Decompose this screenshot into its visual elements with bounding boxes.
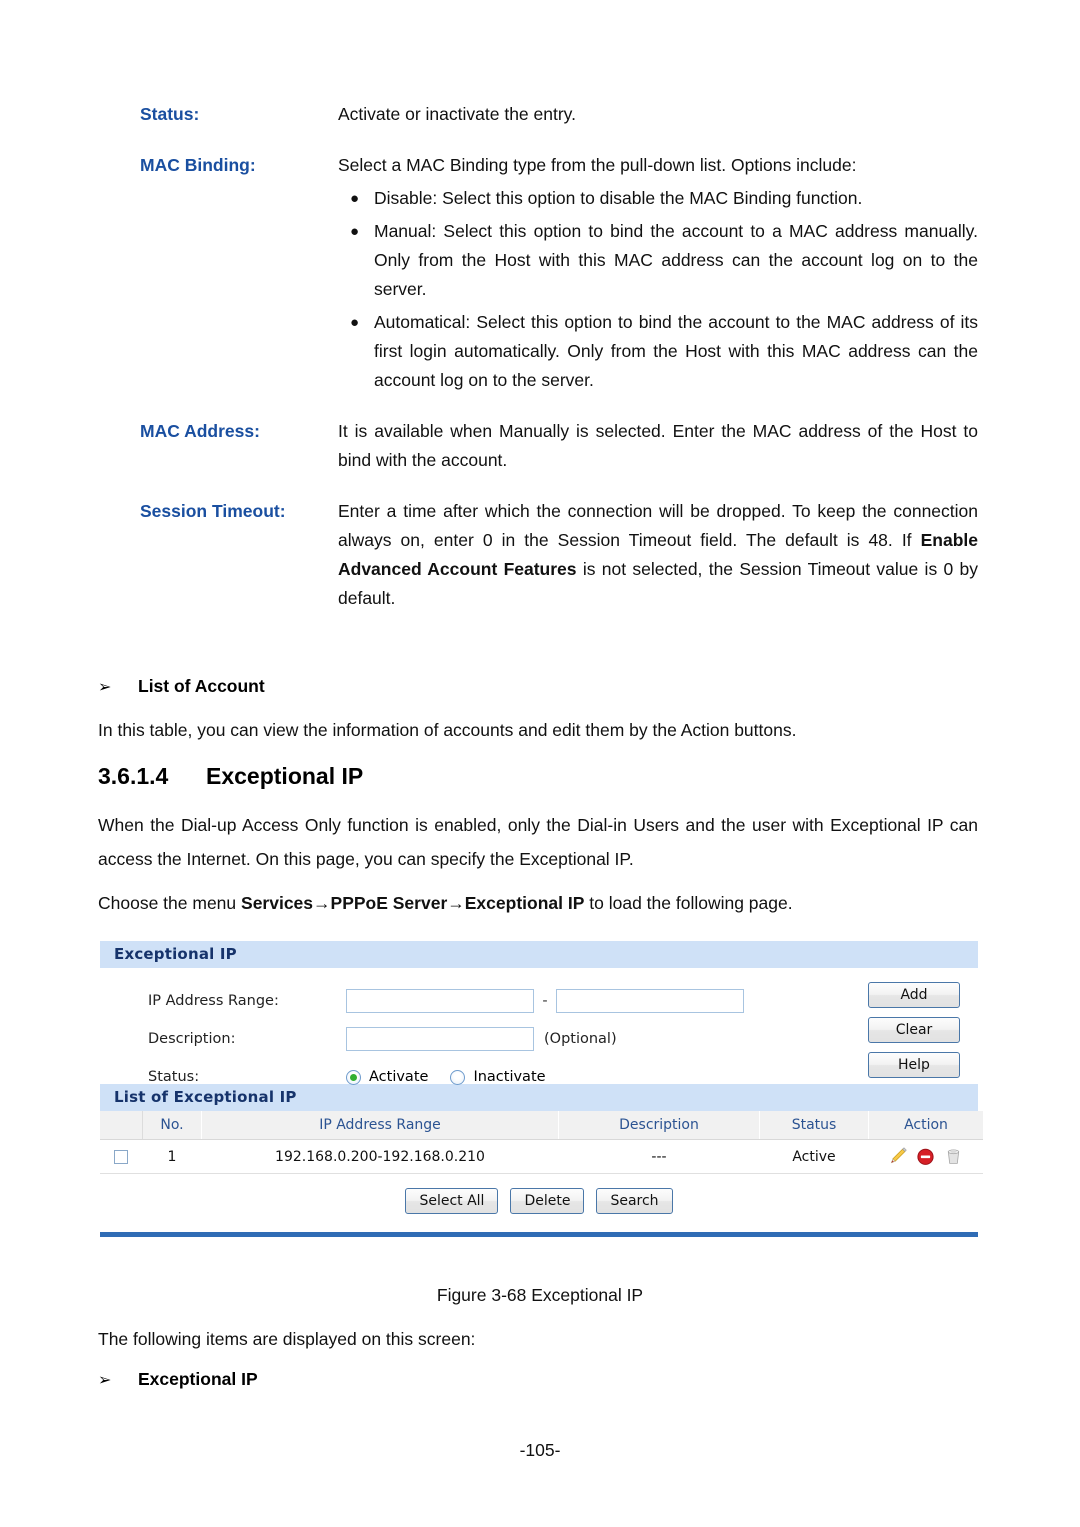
table-action-buttons: Select All Delete Search — [100, 1174, 978, 1232]
heading-list-of-account-label: List of Account — [138, 676, 265, 696]
clear-button[interactable]: Clear — [868, 1017, 960, 1043]
description-label: Description: — [148, 1031, 236, 1047]
page-title: 3.6.1.4 Exceptional IP — [98, 761, 363, 791]
description-row: Description: (Optional) — [100, 1020, 978, 1058]
radio-activate-label: Activate — [369, 1069, 429, 1085]
row-actions — [869, 1147, 984, 1166]
description-optional-hint: (Optional) — [544, 1031, 617, 1047]
paragraph-list-of-account: In this table, you can view the informat… — [98, 720, 797, 740]
definition-term-status: Status: — [140, 104, 200, 124]
definition-body-mac-address: It is available when Manually is selecte… — [338, 417, 978, 475]
search-button[interactable]: Search — [596, 1188, 673, 1214]
mac-binding-options: ● Disable: Select this option to disable … — [338, 184, 978, 395]
definition-text-status: Activate or inactivate the entry. — [338, 104, 576, 124]
definition-mac-address: MAC Address: It is available when Manual… — [98, 417, 978, 475]
section-title: Exceptional IP — [206, 763, 364, 789]
definition-term-mac-address: MAC Address: — [140, 421, 260, 441]
column-header-description: Description — [558, 1111, 760, 1140]
section-number: 3.6.1.4 — [98, 763, 169, 789]
exceptional-ip-form: IP Address Range: - Description: (Option… — [100, 968, 978, 1085]
definition-mac-binding: MAC Binding: Select a MAC Binding type f… — [98, 151, 978, 395]
column-header-ip-range: IP Address Range — [201, 1111, 559, 1140]
list-item: ● Manual: Select this option to bind the … — [338, 217, 978, 304]
definition-term-mac-binding: MAC Binding: — [140, 155, 256, 175]
table-row: 1 192.168.0.200-192.168.0.210 --- Active — [100, 1139, 984, 1174]
bullet-text: Automatical: Select this option to bind … — [374, 312, 978, 390]
column-header-no: No. — [142, 1111, 202, 1140]
bullet-text: Disable: Select this option to disable t… — [374, 188, 863, 208]
definition-body-session-timeout: Enter a time after which the connection … — [338, 497, 978, 613]
menu-suffix: to load the following page. — [584, 893, 793, 913]
menu-prefix: Choose the menu — [98, 893, 242, 913]
column-header-status: Status — [759, 1111, 869, 1140]
row-status: Active — [759, 1139, 869, 1174]
exceptional-ip-table: No. IP Address Range Description Status … — [100, 1111, 983, 1174]
panel-header: Exceptional IP — [100, 941, 978, 968]
definition-text-mac-address: It is available when Manually is selecte… — [338, 421, 978, 470]
paragraph-intro: When the Dial-up Access Only function is… — [98, 815, 978, 869]
definition-body-mac-binding: Select a MAC Binding type from the pull-… — [338, 151, 978, 395]
column-header-checkbox — [100, 1111, 143, 1140]
paragraph-following-items: The following items are displayed on thi… — [98, 1329, 476, 1349]
ip-range-end-input[interactable] — [556, 989, 744, 1013]
ip-range-start-input[interactable] — [346, 989, 534, 1013]
ip-range-label: IP Address Range: — [148, 993, 279, 1009]
page-number: -105- — [519, 1440, 561, 1460]
arrow-icon: ➢ — [98, 679, 112, 696]
bullet-text: Manual: Select this option to bind the a… — [374, 221, 978, 299]
definition-body-status: Activate or inactivate the entry. — [338, 100, 978, 129]
heading-exceptional-ip: ➢ Exceptional IP — [98, 1365, 258, 1395]
bullet-icon: ● — [350, 190, 360, 207]
definition-text-mac-binding: Select a MAC Binding type from the pull-… — [338, 155, 857, 175]
list-item: ● Disable: Select this option to disable … — [338, 184, 978, 213]
row-checkbox-cell — [100, 1139, 143, 1174]
radio-activate[interactable] — [346, 1069, 361, 1085]
select-all-button[interactable]: Select All — [405, 1188, 499, 1214]
definition-term-session-timeout: Session Timeout: — [140, 501, 286, 521]
disable-icon[interactable] — [916, 1147, 935, 1166]
row-checkbox[interactable] — [114, 1149, 129, 1164]
ip-range-row: IP Address Range: - — [100, 982, 978, 1020]
help-button[interactable]: Help — [868, 1052, 960, 1078]
arrow-icon: ➢ — [98, 1372, 112, 1389]
column-header-action: Action — [868, 1111, 983, 1140]
radio-inactivate-label: Inactivate — [473, 1069, 546, 1085]
status-label: Status: — [148, 1069, 200, 1085]
definition-text-session-timeout: Enter a time after which the connection … — [338, 497, 978, 613]
paragraph-menu-path: Choose the menu Services→PPPoE Server→Ex… — [98, 886, 978, 920]
delete-button[interactable]: Delete — [510, 1188, 585, 1214]
definition-status: Status: Activate or inactivate the entry… — [98, 100, 978, 129]
row-description: --- — [558, 1139, 760, 1174]
edit-icon[interactable] — [888, 1147, 907, 1166]
row-actions-cell — [868, 1139, 984, 1174]
figure-caption: Figure 3-68 Exceptional IP — [436, 1285, 644, 1305]
document-page: Status: Activate or inactivate the entry… — [0, 0, 1080, 1527]
row-no: 1 — [142, 1139, 202, 1174]
table-header-row: No. IP Address Range Description Status … — [100, 1111, 983, 1140]
description-input[interactable] — [346, 1027, 534, 1051]
exceptional-ip-panel: Exceptional IP IP Address Range: - Descr… — [100, 941, 983, 1237]
radio-inactivate[interactable] — [450, 1069, 466, 1085]
range-separator: - — [542, 993, 548, 1009]
breadcrumb: Services→PPPoE Server→Exceptional IP — [241, 893, 585, 913]
definition-list: Status: Activate or inactivate the entry… — [98, 100, 978, 619]
delete-icon[interactable] — [944, 1147, 963, 1166]
status-radio-group: Activate Inactivate — [346, 1069, 568, 1085]
definition-session-timeout: Session Timeout: Enter a time after whic… — [98, 497, 978, 613]
row-ip-range: 192.168.0.200-192.168.0.210 — [201, 1139, 559, 1174]
list-item: ● Automatical: Select this option to bind… — [338, 308, 978, 395]
status-row: Status: Activate Inactivate — [100, 1058, 978, 1096]
session-timeout-part1: Enter a time after which the connection … — [338, 501, 978, 550]
bullet-icon: ● — [350, 314, 360, 331]
heading-exceptional-ip-label: Exceptional IP — [138, 1369, 258, 1389]
heading-list-of-account: ➢ List of Account — [98, 672, 265, 702]
form-action-buttons: Add Clear Help — [868, 982, 960, 1078]
add-button[interactable]: Add — [868, 982, 960, 1008]
bullet-icon: ● — [350, 223, 360, 240]
